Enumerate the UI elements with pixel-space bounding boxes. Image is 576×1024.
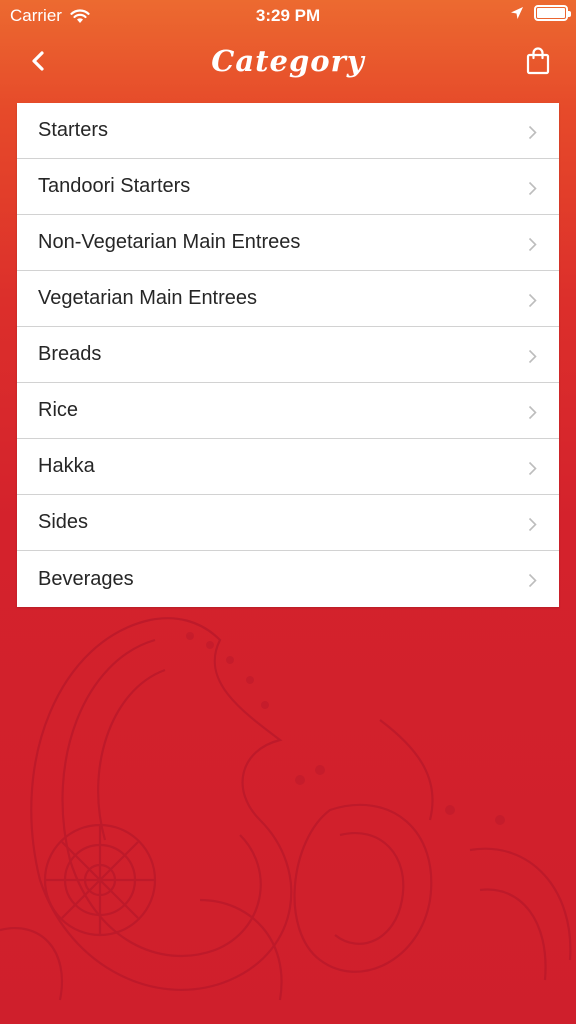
list-item[interactable]: Rice [17,383,559,439]
chevron-right-icon [528,517,537,532]
list-item-label: Hakka [38,455,95,477]
list-item-label: Vegetarian Main Entrees [38,287,258,309]
list-item[interactable]: Tandoori Starters [17,159,559,215]
chevron-right-icon [528,349,537,364]
location-arrow-icon [511,7,523,19]
page-title: Category [211,44,365,78]
list-item[interactable]: Vegetarian Main Entrees [17,271,559,327]
paisley-pattern-decoration [0,617,572,1001]
chevron-right-icon [528,181,537,196]
list-item[interactable]: Sides [17,495,559,551]
list-item-label: Tandoori Starters [38,175,191,197]
status-right [510,5,571,21]
list-item-label: Breads [38,343,102,365]
chevron-right-icon [528,125,537,140]
chevron-right-icon [528,573,537,588]
list-item[interactable]: Breads [17,327,559,383]
chevron-right-icon [528,293,537,308]
list-item[interactable]: Non-Vegetarian Main Entrees [17,215,559,271]
list-item[interactable]: Beverages [17,551,559,607]
category-list: Starters Tandoori Starters Non-Vegetaria… [17,103,559,607]
chevron-right-icon [528,461,537,476]
battery-icon [534,5,571,21]
list-item-label: Sides [38,511,89,533]
back-button[interactable] [24,46,54,76]
list-item-label: Beverages [38,567,134,590]
list-item[interactable]: Starters [17,103,559,159]
chevron-left-icon [32,51,44,71]
list-item-label: Starters [38,119,109,141]
nav-bar: Category [0,32,576,94]
chevron-right-icon [528,405,537,420]
status-time: 3:29 PM [255,6,321,25]
list-item-label: Non-Vegetarian Main Entrees [38,231,301,253]
chevron-right-icon [528,237,537,252]
list-item-label: Rice [38,399,79,421]
cart-button[interactable] [524,46,552,76]
shopping-bag-icon [526,47,550,75]
status-bar: Carrier 3:29 PM [0,0,576,32]
list-item[interactable]: Hakka [17,439,559,495]
